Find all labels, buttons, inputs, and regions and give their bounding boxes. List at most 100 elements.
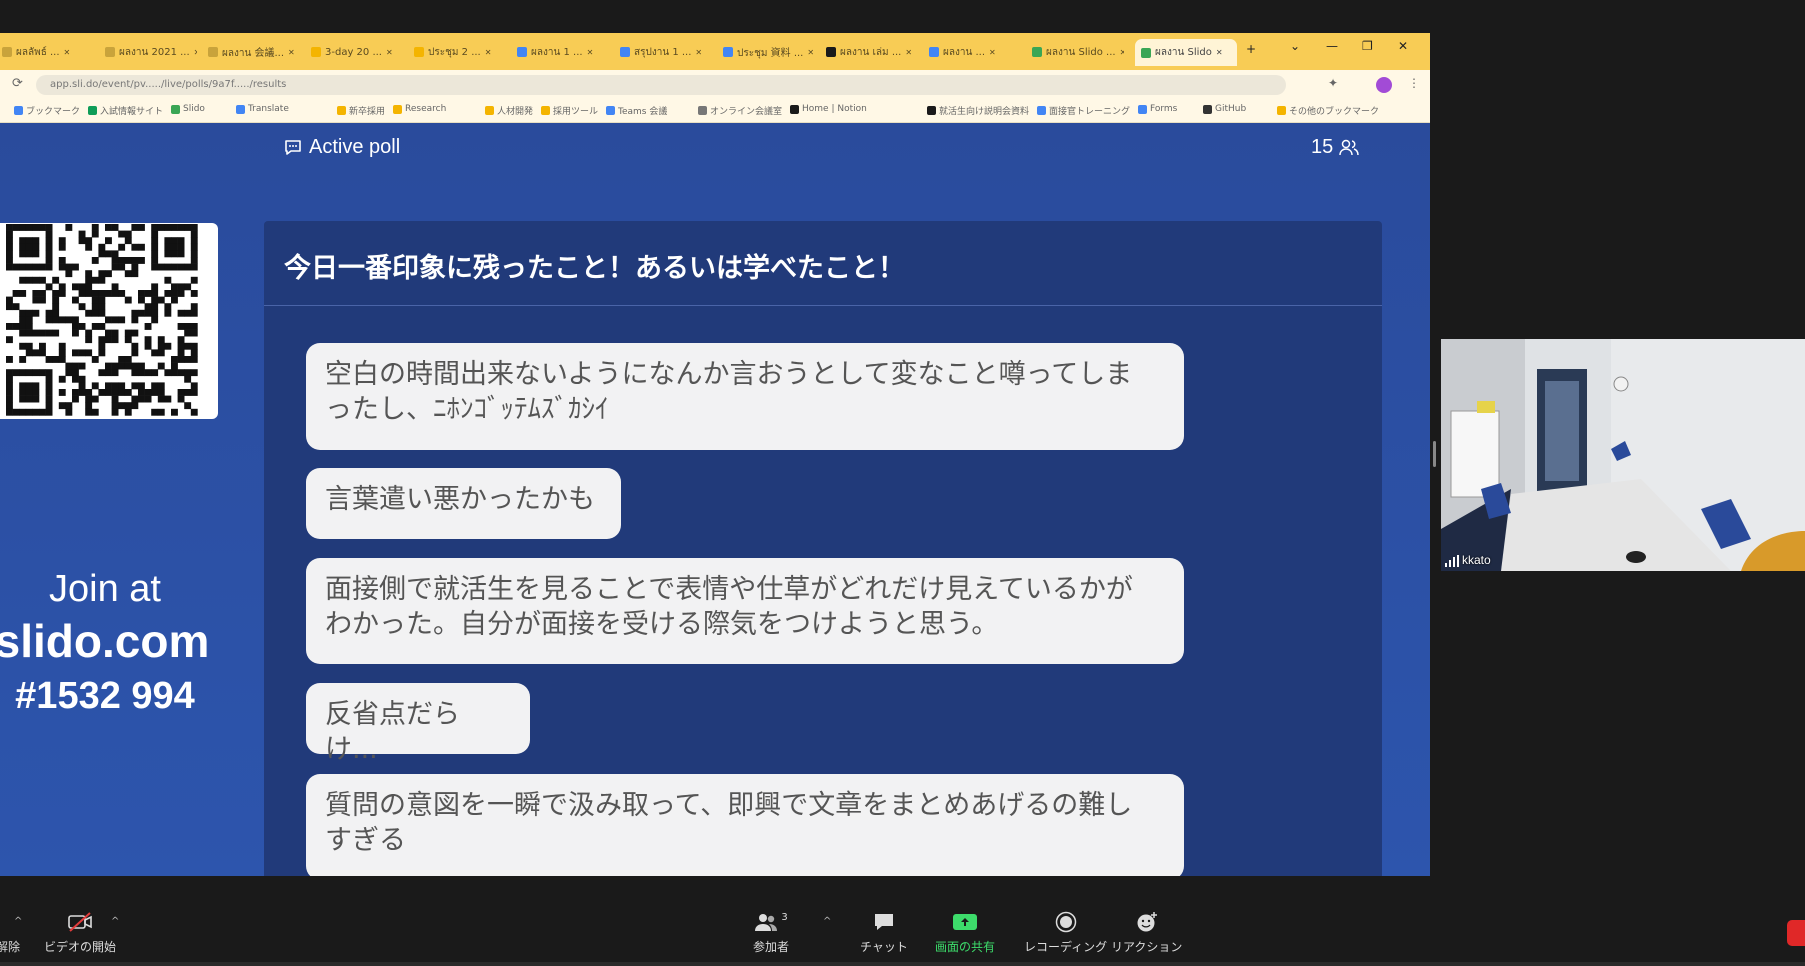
participant-name-tag: kkato (1445, 553, 1491, 567)
browser-tab[interactable]: ผลงาน เล่ม ... ✕ (826, 42, 918, 62)
share-screen-button[interactable]: 画面の共有 (935, 912, 995, 955)
join-qr-code (0, 223, 218, 419)
bookmark-label: Teams 会議 (618, 107, 668, 117)
video-tile[interactable]: kkato (1441, 339, 1805, 571)
close-window-icon[interactable]: ✕ (1398, 39, 1408, 53)
close-tab-icon[interactable]: ✕ (288, 48, 295, 57)
bookmarks-bar: ブックマーク 入試情報サイト Slido Translate 新卒採用 Research 人… (0, 100, 1430, 123)
close-tab-icon[interactable]: ✕ (485, 48, 492, 57)
browser-tab[interactable]: ประชุม 2 ... ✕ (414, 42, 506, 62)
bookmark-item[interactable]: ブックマーク (14, 104, 80, 117)
tab-search-icon[interactable]: ⌄ (1290, 39, 1300, 53)
address-bar: ⟳ app.sli.do/event/pv...../live/polls/9a… (0, 70, 1430, 100)
close-tab-icon[interactable]: ✕ (989, 48, 996, 57)
menu-icon[interactable]: ⋮ (1408, 76, 1420, 90)
bookmark-item[interactable]: Translate (236, 104, 289, 114)
bookmark-label: Research (405, 104, 447, 114)
panel-resize-handle[interactable] (1433, 441, 1436, 467)
answer-bubble: 質問の意図を一瞬で汲み取って、即興で文章をまとめあげるの難し すぎる (306, 774, 1184, 876)
bookmark-item[interactable]: Home | Notion (790, 104, 867, 114)
start-video-button[interactable]: ビデオの開始 (44, 912, 116, 955)
close-tab-icon[interactable]: ✕ (695, 48, 702, 57)
start-video-label: ビデオの開始 (44, 940, 117, 954)
taskbar-edge (0, 962, 1805, 966)
tab-favicon (414, 47, 424, 57)
browser-tab[interactable]: ผลงาน ... ✕ (929, 42, 1021, 62)
reload-icon[interactable]: ⟳ (12, 76, 23, 91)
close-tab-icon[interactable]: ✕ (587, 48, 594, 57)
bookmark-favicon (1203, 104, 1212, 114)
bookmark-favicon (1037, 106, 1046, 115)
close-tab-icon[interactable]: ✕ (64, 48, 71, 57)
participants-options-caret[interactable]: ^ (823, 916, 831, 927)
bookmark-item[interactable]: GitHub (1203, 104, 1246, 114)
active-poll-header: Active poll (283, 136, 400, 159)
browser-tab[interactable]: ผลงาน Slido ✕ (1135, 39, 1237, 66)
bookmark-item[interactable]: Slido (171, 104, 205, 114)
bookmark-item[interactable]: 入試情報サイト (88, 104, 163, 117)
bookmark-item[interactable]: 新卒採用 (337, 104, 385, 117)
tab-favicon (723, 47, 733, 57)
browser-tab[interactable]: ผลงาน 会議... ✕ (208, 42, 300, 62)
answer-text: わかった。自分が面接を受ける際気をつけようと思う。 (325, 609, 999, 640)
minimize-icon[interactable]: — (1326, 39, 1338, 53)
video-options-caret[interactable]: ^ (111, 916, 119, 927)
browser-tab[interactable]: 3-day 20 ... ✕ (311, 42, 403, 62)
reactions-button[interactable]: リアクション (1111, 912, 1182, 955)
tab-favicon (208, 47, 218, 57)
reactions-label: リアクション (1111, 940, 1183, 954)
browser-tab[interactable]: ประชุม 資料 ... ✕ (723, 42, 815, 62)
chat-label: チャット (860, 940, 908, 954)
bookmark-item[interactable]: Forms (1138, 104, 1177, 114)
answer-text: ったし、ﾆﾎﾝｺﾞｯﾃﾑｽﾞｶｼｲ (325, 394, 609, 425)
close-tab-icon[interactable]: ✕ (1216, 48, 1223, 57)
bookmark-favicon (698, 106, 707, 115)
bookmark-favicon (1138, 104, 1147, 114)
bookmark-favicon (790, 104, 799, 114)
bookmark-label: 入試情報サイト (100, 107, 164, 117)
browser-tab[interactable]: ผลงาน Slido ... ✕ (1032, 42, 1124, 62)
tab-title: ประชุม 資料 ... (737, 47, 804, 59)
close-tab-icon[interactable]: ✕ (1120, 48, 1124, 57)
video-off-icon (66, 912, 94, 932)
recording-button[interactable]: レコーディング (1024, 911, 1107, 955)
bookmark-item[interactable]: 採用ツール (541, 104, 598, 117)
answer-text: 面接側で就活生を見ることで表情や仕草がどれだけ見えているかが (325, 574, 1133, 605)
tab-title: ประชุม 2 ... (428, 46, 481, 58)
close-tab-icon[interactable]: ✕ (194, 48, 197, 57)
active-poll-label: Active poll (309, 136, 401, 158)
new-tab-icon[interactable]: + (1246, 42, 1256, 56)
bookmark-item[interactable]: Teams 会議 (606, 104, 667, 117)
end-meeting-button[interactable] (1787, 920, 1805, 946)
audio-options-caret[interactable]: ^ (14, 916, 22, 927)
bookmark-item[interactable]: オンライン会議室 (698, 104, 782, 117)
bookmark-label: 人材開発 (497, 107, 534, 117)
tab-favicon (105, 47, 115, 57)
chat-button[interactable]: チャット (860, 912, 908, 955)
participants-button[interactable]: 3 参加者 (753, 912, 789, 955)
bookmark-item[interactable]: 就活生向け説明会資料 (927, 104, 1029, 117)
close-tab-icon[interactable]: ✕ (905, 48, 912, 57)
profile-icon[interactable] (1376, 77, 1392, 93)
bookmark-item[interactable]: 面接官トレーニング (1037, 104, 1130, 117)
browser-tab[interactable]: ผลงาน 1 ... ✕ (517, 42, 609, 62)
tab-favicon (1141, 47, 1151, 58)
extensions-icon[interactable]: ✦ (1328, 76, 1338, 90)
close-tab-icon[interactable]: ✕ (386, 48, 393, 57)
unmute-label: 解除 (0, 940, 21, 954)
bookmark-item[interactable]: 人材開発 (485, 104, 533, 117)
bookmark-label: 面接官トレーニング (1049, 107, 1131, 117)
browser-tab[interactable]: ผลงาน 2021 ... ✕ (105, 42, 197, 62)
close-tab-icon[interactable]: ✕ (807, 48, 814, 57)
bookmark-item[interactable]: その他のブックマーク (1277, 104, 1379, 117)
maximize-icon[interactable]: ❐ (1362, 39, 1373, 53)
url-field[interactable]: app.sli.do/event/pv...../live/polls/9a7f… (36, 75, 1286, 95)
tab-title: ผลงาน 会議... (222, 47, 285, 59)
poll-icon (285, 139, 301, 155)
participants-count: 3 (781, 912, 788, 923)
browser-tab[interactable]: สรุปงาน 1 ... ✕ (620, 42, 712, 62)
bookmark-label: ブックマーク (26, 107, 81, 117)
bookmark-item[interactable]: Research (393, 104, 446, 114)
browser-tab[interactable]: ผลลัพธ์ ... ✕ (2, 42, 94, 62)
share-screen-label: 画面の共有 (935, 940, 996, 954)
